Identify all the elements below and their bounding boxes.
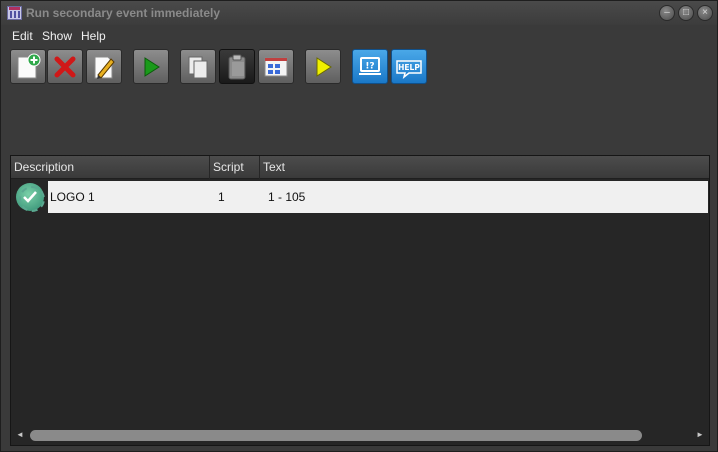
row-description: LOGO 1 [50, 190, 95, 204]
horizontal-scrollbar[interactable]: ◄ ► [12, 427, 708, 444]
help-button[interactable]: HELP [391, 49, 427, 84]
run-button[interactable] [133, 49, 169, 84]
scroll-right-arrow-icon[interactable]: ► [695, 430, 705, 440]
scroll-left-arrow-icon[interactable]: ◄ [15, 430, 25, 440]
row-icon-cell [12, 181, 48, 213]
column-header-script[interactable]: Script [210, 156, 260, 179]
app-window: Run secondary event immediately – □ × Ed… [0, 0, 718, 452]
red-x-icon [54, 56, 76, 78]
list-row[interactable]: LOGO 1 1 1 - 105 [12, 181, 708, 213]
help-badge-label: HELP [398, 63, 420, 72]
maximize-button[interactable]: □ [678, 5, 694, 21]
yellow-play-icon [316, 57, 332, 77]
menu-edit[interactable]: Edit [12, 29, 33, 43]
delete-button[interactable] [47, 49, 83, 84]
row-script: 1 [218, 190, 225, 204]
copy-pages-icon [188, 56, 208, 79]
column-header-description[interactable]: Description [11, 156, 210, 179]
toolbar: !? HELP [2, 45, 716, 153]
new-document-plus-icon [17, 53, 41, 79]
event-list[interactable]: Description Script Text LOGO 1 1 1 - 105… [10, 155, 710, 446]
edit-button[interactable] [86, 49, 122, 84]
title-bar[interactable]: Run secondary event immediately – □ × [1, 1, 717, 25]
green-check-badge-icon [16, 183, 45, 212]
run-secondary-button[interactable] [305, 49, 341, 84]
menu-bar: Edit Show Help [1, 27, 717, 45]
clipboard-paste-icon [228, 54, 246, 80]
window-title: Run secondary event immediately [26, 6, 221, 20]
pencil-edit-icon [94, 56, 115, 79]
column-header-text[interactable]: Text [260, 156, 709, 179]
new-event-button[interactable] [10, 49, 46, 84]
help-badge-icon: HELP [396, 60, 422, 79]
scroll-thumb[interactable] [30, 430, 642, 441]
layout-button[interactable] [258, 49, 294, 84]
window-grid-icon [264, 57, 288, 77]
green-play-icon [144, 57, 160, 77]
row-text: 1 - 105 [268, 190, 306, 204]
menu-help[interactable]: Help [81, 29, 106, 43]
app-calendar-icon [7, 6, 22, 20]
menu-show[interactable]: Show [42, 29, 72, 43]
close-button[interactable]: × [697, 5, 713, 21]
list-header: Description Script Text [11, 156, 709, 179]
minimize-button[interactable]: – [659, 5, 675, 21]
monitor-question-icon: !? [359, 57, 381, 75]
copy-button[interactable] [180, 49, 216, 84]
paste-button[interactable] [219, 49, 255, 84]
svg-text:!?: !? [365, 62, 374, 72]
about-button[interactable]: !? [352, 49, 388, 84]
